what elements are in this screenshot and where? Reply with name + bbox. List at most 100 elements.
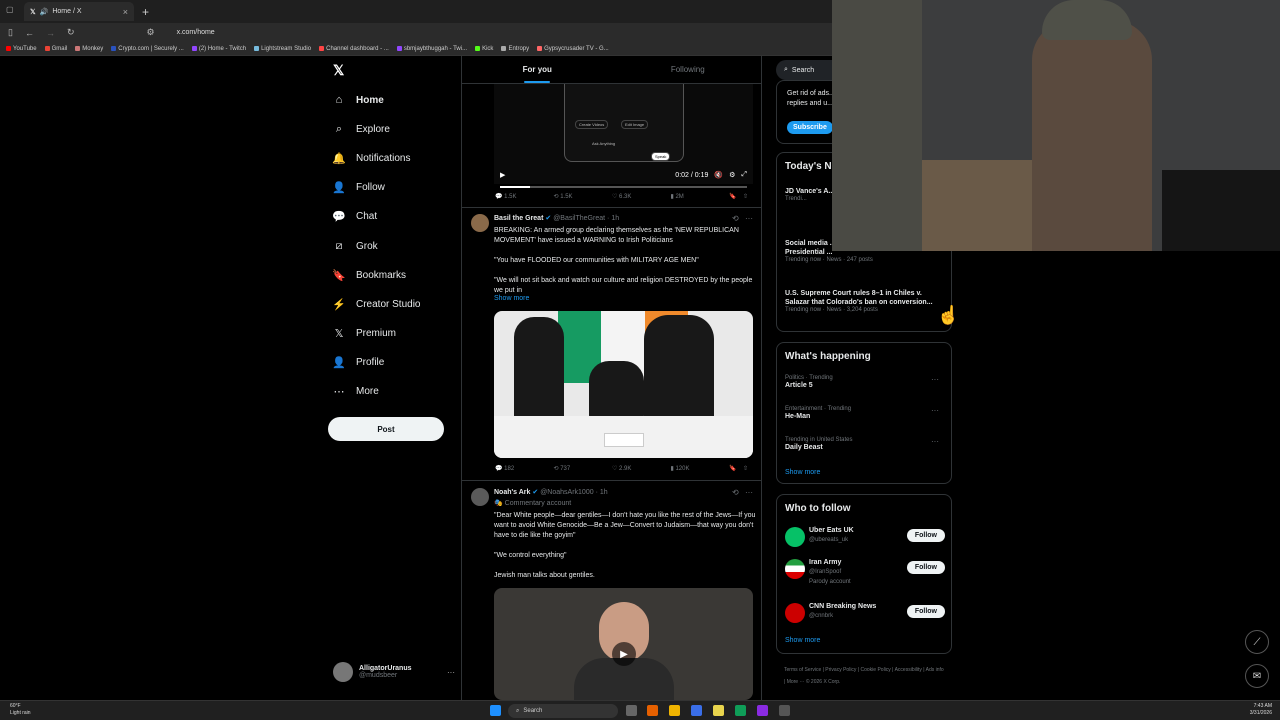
footer-links[interactable]: Terms of Service | Privacy Policy | Cook… [784, 664, 944, 688]
follow-button[interactable]: Follow [906, 529, 945, 542]
view-count[interactable]: ▮ 120K [671, 465, 730, 472]
more-dots-icon[interactable]: ··· [931, 375, 939, 384]
taskbar-search[interactable]: ⌕ Search [508, 704, 618, 718]
grok-fab-icon[interactable]: ⟋ [1245, 630, 1269, 654]
subscribe-button[interactable]: Subscribe [787, 121, 833, 134]
bookmark-item[interactable]: Lightstream Studio [254, 46, 311, 52]
reply-count[interactable]: 💬 182 [495, 465, 554, 472]
author-handle[interactable]: @NoahsArk1000 [540, 489, 593, 496]
nav-item-premium[interactable]: 𝕏 Premium [332, 327, 396, 340]
trend-item[interactable]: Entertainment · Trending He-Man ··· [785, 406, 945, 421]
author-handle[interactable]: @BasilTheGreat [553, 215, 605, 222]
repost-count[interactable]: ⟲ 1.5K [554, 193, 613, 200]
reload-icon[interactable]: ↻ [67, 27, 75, 38]
nav-item-profile[interactable]: 👤 Profile [332, 356, 384, 369]
app-icon[interactable] [713, 705, 724, 716]
tweet-time[interactable]: 1h [611, 215, 619, 222]
new-tab-icon[interactable]: + [142, 5, 149, 19]
trend-item[interactable]: Trending in United States Daily Beast ··… [785, 437, 945, 452]
avatar[interactable] [471, 488, 489, 506]
app-icon[interactable] [779, 705, 790, 716]
bookmark-item[interactable]: YouTube [6, 46, 37, 52]
author-name[interactable]: Noah's Ark [494, 489, 530, 496]
follow-button[interactable]: Follow [906, 561, 945, 574]
bookmark-item[interactable]: Kick [475, 46, 493, 52]
nav-item-explore[interactable]: ⌕ Explore [332, 123, 390, 136]
grok-icon[interactable]: ⟲ [732, 488, 739, 497]
like-count[interactable]: ♡ 2.9K [612, 465, 671, 472]
nav-item-more[interactable]: ⋯ More [332, 385, 379, 398]
bookmark-item[interactable]: Crypto.com | Securely ... [111, 46, 184, 52]
share-icon[interactable]: ⇧ [743, 465, 753, 472]
url-input[interactable]: x.com/home [177, 29, 215, 36]
bookmark-icon[interactable]: 🔖 [729, 193, 743, 200]
tab-following[interactable]: Following [613, 56, 762, 83]
avatar[interactable] [471, 214, 489, 232]
edge-icon[interactable] [735, 705, 746, 716]
firefox-icon[interactable] [647, 705, 658, 716]
bookmark-item[interactable]: Gypsycrusader TV - G... [537, 46, 609, 52]
nav-item-bookmarks[interactable]: 🔖 Bookmarks [332, 269, 406, 282]
bookmark-item[interactable]: Channel dashboard - ... [319, 46, 389, 52]
nav-item-creator-studio[interactable]: ⚡ Creator Studio [332, 298, 420, 311]
task-view-icon[interactable] [626, 705, 637, 716]
app-icon[interactable] [757, 705, 768, 716]
clock[interactable]: 7:43 AM 3/31/2026 [1250, 703, 1272, 717]
nav-item-home[interactable]: ⌂ Home [332, 94, 384, 106]
bookmark-item[interactable]: sbmjaybthuggah - Twi... [396, 46, 467, 52]
bookmark-item[interactable]: Entropy [501, 46, 529, 52]
tweet-video[interactable]: ▶ [494, 588, 753, 700]
tab-for-you[interactable]: For you [462, 56, 613, 83]
show-more-link[interactable]: Show more [494, 295, 529, 302]
nav-item-chat[interactable]: 💬 Chat [332, 210, 377, 223]
fullscreen-icon[interactable]: ⤢ [741, 171, 747, 179]
play-icon[interactable]: ▶ [500, 171, 505, 179]
follow-suggestion[interactable]: Uber Eats UK @ubereats_uk Follow [785, 525, 945, 549]
more-dots-icon[interactable]: ··· [447, 668, 455, 677]
like-count[interactable]: ♡ 6.3K [612, 193, 671, 200]
nav-item-grok[interactable]: ⧄ Grok [332, 240, 378, 253]
bookmark-item[interactable]: Gmail [44, 46, 67, 52]
tweet[interactable]: Basil the Great ✔ @BasilTheGreat · 1h ⟲ … [462, 214, 761, 484]
nav-item-follow[interactable]: 👤 Follow [332, 181, 385, 194]
reply-count[interactable]: 💬 1.5K [495, 193, 554, 200]
browser-tab[interactable]: 𝕏 🔊 Home / X × [24, 2, 134, 21]
account-switcher[interactable]: AlligatorUranus @mudsbeer ··· [333, 662, 455, 682]
more-dots-icon[interactable]: ··· [931, 406, 939, 415]
more-dots-icon[interactable]: ··· [931, 437, 939, 446]
news-item[interactable]: U.S. Supreme Court rules 8–1 in Chiles v… [785, 289, 945, 313]
close-tab-icon[interactable]: × [123, 7, 128, 17]
file-explorer-icon[interactable] [669, 705, 680, 716]
play-icon[interactable]: ▶ [612, 642, 636, 666]
show-more-link[interactable]: Show more [785, 469, 820, 476]
nav-item-notifications[interactable]: 🔔 Notifications [332, 152, 410, 165]
settings-icon[interactable]: ⚙ [729, 171, 735, 179]
window-menu-icon[interactable]: ▢ [6, 5, 14, 14]
tweet[interactable]: Noah's Ark ✔ @NoahsArk1000 · 1h ⟲ ··· 🎭 … [462, 488, 761, 700]
grok-icon[interactable]: ⟲ [732, 214, 739, 223]
back-icon[interactable]: ← [25, 28, 34, 38]
follow-suggestion[interactable]: Iran Army @IranSpoof Parody account Foll… [785, 557, 945, 585]
post-button[interactable]: Post [328, 417, 444, 441]
trend-item[interactable]: Politics · Trending Article 5 ··· [785, 375, 945, 390]
more-dots-icon[interactable]: ··· [745, 488, 753, 497]
share-icon[interactable]: ⇧ [743, 193, 753, 200]
app-icon[interactable] [691, 705, 702, 716]
mute-icon[interactable]: 🔇 [714, 171, 723, 179]
forward-icon[interactable]: → [46, 28, 55, 38]
x-logo-icon[interactable]: 𝕏 [333, 62, 344, 79]
follow-button[interactable]: Follow [906, 605, 945, 618]
repost-count[interactable]: ⟲ 737 [554, 465, 613, 472]
sidebar-icon[interactable]: ▯ [8, 27, 13, 38]
bookmark-icon[interactable]: 🔖 [729, 465, 743, 472]
video-progress[interactable] [500, 186, 747, 188]
more-dots-icon[interactable]: ··· [745, 214, 753, 223]
start-icon[interactable] [490, 705, 501, 716]
bookmark-item[interactable]: Monkey [75, 46, 103, 52]
messages-fab-icon[interactable]: ✉ [1245, 664, 1269, 688]
weather-widget[interactable]: 60°F Light rain [10, 703, 31, 717]
show-more-link[interactable]: Show more [785, 637, 820, 644]
bookmark-item[interactable]: (2) Home - Twitch [191, 46, 246, 52]
tweet-time[interactable]: 1h [600, 489, 608, 496]
author-name[interactable]: Basil the Great [494, 215, 543, 222]
